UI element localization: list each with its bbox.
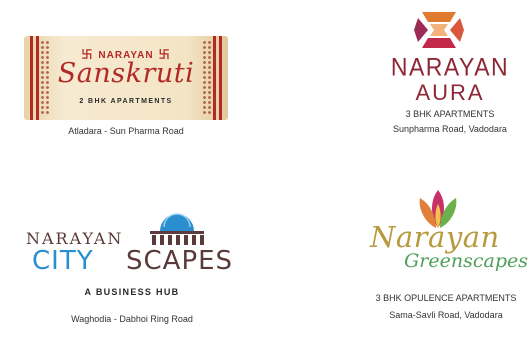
project-name-city: CITY <box>32 246 94 276</box>
project-sanskruti-card[interactable]: 卐 NARAYAN 卐 Sanskruti 2 BHK APARTMENTS Atl… <box>18 32 234 142</box>
project-name-scapes: SCAPES <box>126 246 234 276</box>
project-subtitle: A BUSINESS HUB <box>84 287 180 297</box>
sanskruti-logo: 卐 NARAYAN 卐 Sanskruti 2 BHK APARTMENTS <box>24 36 228 120</box>
project-location: Sunpharma Road, Vadodara <box>393 124 507 134</box>
dome-building-icon <box>150 213 204 245</box>
project-subtitle: 3 BHK APARTMENTS <box>405 109 495 119</box>
project-aura-card[interactable]: NARAYAN AURA 3 BHK APARTMENTS Sunpharma … <box>380 8 520 138</box>
project-name: Greenscapes <box>404 250 528 272</box>
brand-name: NARAYAN <box>390 52 510 81</box>
project-name: Sanskruti <box>57 58 195 89</box>
project-greenscapes-card[interactable]: Narayan Greenscapes 3 BHK OPULENCE APART… <box>364 186 528 326</box>
project-cityscapes-card[interactable]: NARAYAN CITY SCAPES A BUSINESS HUB Wagho… <box>22 205 242 330</box>
brand-name: Narayan <box>370 220 500 254</box>
ribbon-knot-icon <box>414 12 464 48</box>
project-location: Sama-Savli Road, Vadodara <box>389 310 503 320</box>
project-subtitle: 2 BHK APARTMENTS <box>79 98 173 105</box>
project-subtitle: 3 BHK OPULENCE APARTMENTS <box>375 293 517 303</box>
project-location: Atladara - Sun Pharma Road <box>68 126 184 136</box>
project-location: Waghodia - Dabhoi Ring Road <box>71 314 193 324</box>
project-name: AURA <box>415 80 485 105</box>
